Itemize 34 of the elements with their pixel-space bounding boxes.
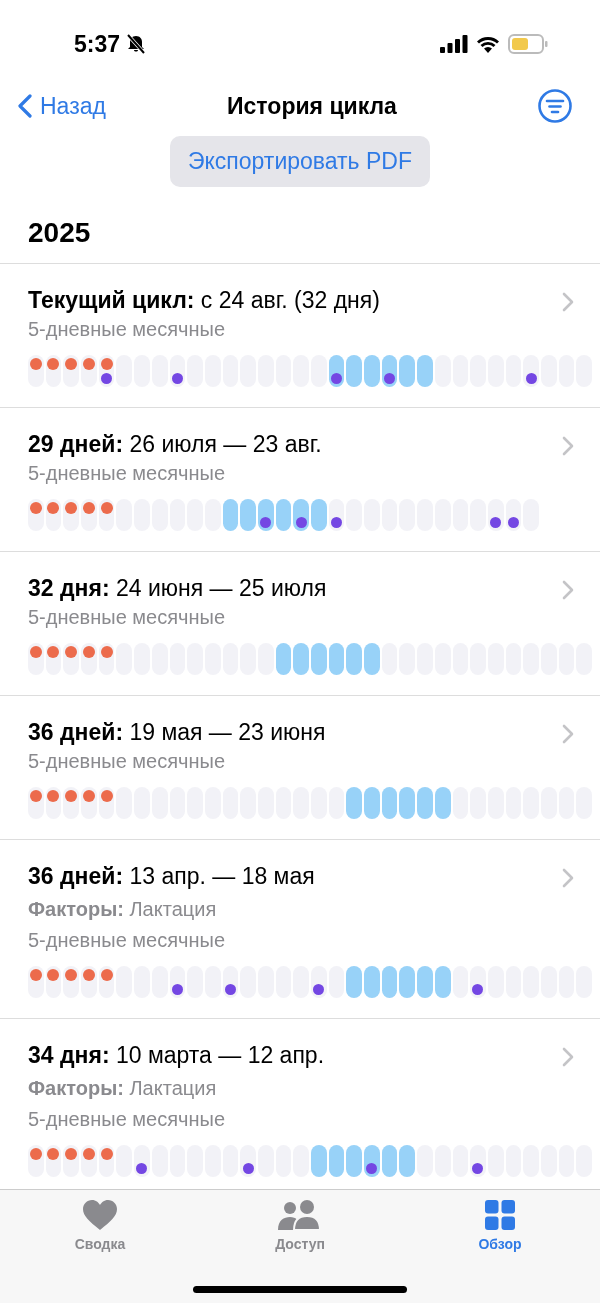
cycle-period-length: 5-дневные месячные (28, 317, 226, 342)
wifi-icon (476, 35, 500, 53)
chevron-icon[interactable] (562, 868, 574, 888)
screen-title: История цикла (227, 92, 397, 120)
tab-item[interactable]: Обзор (440, 1200, 560, 1262)
cycle-period-length: 5-дневные месячные (28, 461, 226, 486)
cycle-title[interactable]: 32 дня: 24 июня — 25 июля (28, 574, 600, 602)
cycle-title[interactable]: 29 дней: 26 июля — 23 авг. (28, 430, 600, 458)
signal-icon (440, 35, 468, 53)
cycle-factors: Факторы: Лактация (28, 897, 218, 922)
status-time: 5:37 (74, 30, 121, 58)
heart-icon (83, 1200, 117, 1230)
grid-icon (485, 1200, 515, 1230)
filter-icon[interactable] (538, 89, 572, 123)
back-button[interactable]: Назад (18, 92, 106, 120)
cycle-title[interactable]: Текущий цикл: с 24 авг. (32 дня) (28, 286, 600, 314)
cycle-period-length: 5-дневные месячные (28, 1107, 226, 1132)
year-header: 2025 (27, 216, 92, 250)
cycle-period-length: 5-дневные месячные (28, 605, 226, 630)
cycle-period-length: 5-дневные месячные (28, 928, 226, 953)
chevron-icon[interactable] (562, 436, 574, 456)
battery-icon (508, 34, 548, 54)
chevron-icon[interactable] (562, 1047, 574, 1067)
cycle-period-length: 5-дневные месячные (28, 749, 226, 774)
chevron-icon[interactable] (562, 580, 574, 600)
cycle-factors: Факторы: Лактация (28, 1076, 218, 1101)
cycle-title[interactable]: 36 дней: 19 мая — 23 июня (28, 718, 600, 746)
chevron-left-icon (18, 94, 32, 118)
chevron-icon[interactable] (562, 724, 574, 744)
people-icon (278, 1200, 322, 1230)
chevron-icon[interactable] (562, 292, 574, 312)
cycle-title[interactable]: 34 дня: 10 марта — 12 апр. (28, 1041, 600, 1069)
muted-bell-icon (126, 34, 147, 54)
cycle-title[interactable]: 36 дней: 13 апр. — 18 мая (28, 862, 600, 890)
